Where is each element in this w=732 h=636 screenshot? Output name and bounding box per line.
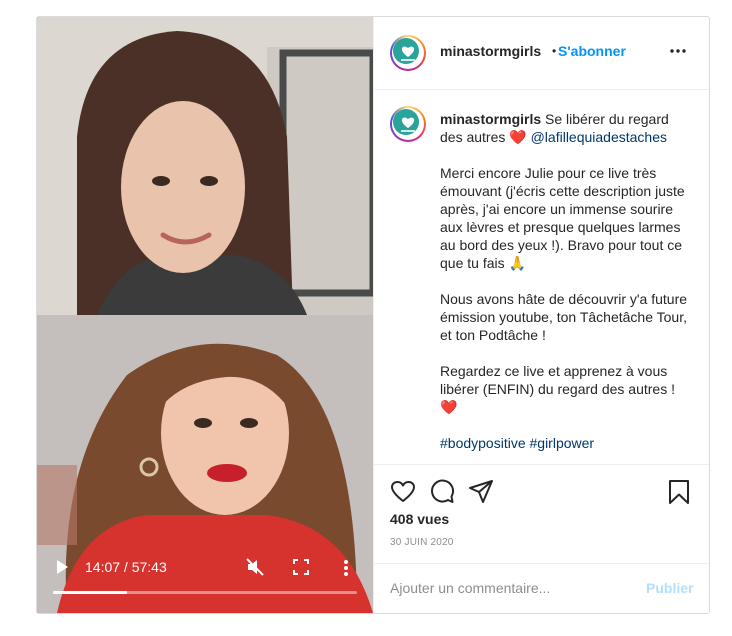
avatar[interactable] xyxy=(390,35,426,71)
mute-icon[interactable] xyxy=(245,557,265,577)
post-date: 30 JUIN 2020 xyxy=(390,537,454,548)
caption-avatar[interactable] xyxy=(390,106,426,142)
caption-area[interactable]: minastormgirls Se libérer du regard des … xyxy=(374,90,709,464)
hashtags-link[interactable]: #bodypositive #girlpower xyxy=(440,435,594,451)
pray-emoji: 🙏 xyxy=(508,255,526,271)
heart-emoji: ❤️ xyxy=(509,129,527,145)
play-icon[interactable] xyxy=(55,559,69,575)
post-actions: 408 vues 30 JUIN 2020 Ajouter un comment… xyxy=(374,464,709,613)
caption-username[interactable]: minastormgirls xyxy=(440,111,541,127)
like-heart-icon[interactable] xyxy=(390,479,416,505)
comment-input[interactable]: Ajouter un commentaire... xyxy=(390,580,630,596)
post-card: 14:07 / 57:43 minastormgirls • S'abonner… xyxy=(36,16,710,614)
video-progress-fill xyxy=(53,591,128,594)
video-player[interactable]: 14:07 / 57:43 xyxy=(37,17,373,613)
caption-paragraph-2: Nous avons hâte de découvrir y'a future … xyxy=(440,291,688,343)
video-progress-track[interactable] xyxy=(53,591,357,594)
heart-emoji-2: ❤️ xyxy=(440,399,458,415)
save-bookmark-icon[interactable] xyxy=(666,479,692,505)
header-username[interactable]: minastormgirls xyxy=(440,43,541,59)
view-count[interactable]: 408 vues xyxy=(390,511,449,527)
post-header: minastormgirls • S'abonner xyxy=(374,17,709,90)
post-side-panel: minastormgirls • S'abonner minastormgirl… xyxy=(373,17,709,613)
comment-icon[interactable] xyxy=(429,479,455,505)
caption-paragraph-3: Regardez ce live et apprenez à vous libé… xyxy=(440,363,675,397)
caption-paragraph-1: Merci encore Julie pour ce live très émo… xyxy=(440,165,685,271)
add-comment-bar: Ajouter un commentaire... Publier xyxy=(374,563,709,613)
header-separator: • xyxy=(552,44,557,58)
video-time: 14:07 / 57:43 xyxy=(85,559,167,575)
follow-button[interactable]: S'abonner xyxy=(558,43,626,59)
video-options-icon[interactable] xyxy=(343,559,349,577)
mention-link[interactable]: @lafillequiadestaches xyxy=(531,129,667,145)
fullscreen-icon[interactable] xyxy=(293,559,309,575)
post-caption: minastormgirls Se libérer du regard des … xyxy=(440,110,692,464)
share-icon[interactable] xyxy=(468,479,494,505)
more-options-icon[interactable] xyxy=(668,41,688,61)
video-participant-top xyxy=(37,17,373,315)
publish-button[interactable]: Publier xyxy=(646,580,693,596)
